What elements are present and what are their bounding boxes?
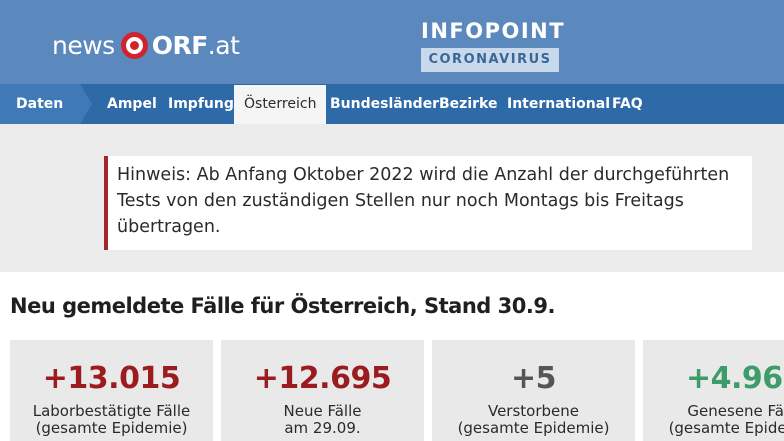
nav-item-bundeslaender[interactable]: Bundesländer (330, 84, 439, 124)
stat-value: +4.968 (685, 361, 784, 396)
nav-item-bezirke[interactable]: Bezirke (439, 84, 497, 124)
infopoint-badge[interactable]: INFOPOINT CORONAVIRUS (421, 18, 566, 72)
stat-label: Genesene Fälle (gesamte Epidemie) (668, 402, 784, 437)
stat-value: +12.695 (253, 361, 392, 396)
news-orf-logo[interactable]: news ORF.at (52, 28, 240, 62)
orf-eye-icon (120, 31, 148, 59)
stat-card-verstorbene: +5 Verstorbene (gesamte Epidemie) (432, 340, 635, 441)
stat-value: +13.015 (42, 361, 181, 396)
notice-text: Hinweis: Ab Anfang Oktober 2022 wird die… (117, 165, 730, 237)
nav-item-oesterreich[interactable]: Österreich (234, 85, 327, 124)
stat-value: +5 (510, 361, 557, 396)
logo-news-text: news (52, 30, 115, 60)
stat-label: Verstorbene (gesamte Epidemie) (457, 402, 610, 437)
stat-label: Laborbestätigte Fälle (gesamte Epidemie) (32, 402, 191, 437)
nav-item-international[interactable]: International (507, 84, 610, 124)
nav-item-faq[interactable]: FAQ (612, 84, 643, 124)
nav-item-ampel[interactable]: Ampel (107, 84, 157, 124)
logo-orf-text: ORF.at (151, 30, 240, 60)
nav-item-impfung[interactable]: Impfung (168, 84, 234, 124)
nav-section-daten[interactable]: Daten (0, 84, 92, 124)
stat-card-genesene-inner: +4.968 Genesene Fälle (gesamte Epidemie) (643, 360, 784, 437)
stats-title: Neu gemeldete Fälle für Österreich, Stan… (10, 294, 555, 318)
infopoint-subtitle: CORONAVIRUS (421, 48, 559, 72)
stat-card-genesene: +4.968 Genesene Fälle (gesamte Epidemie) (643, 340, 784, 441)
notice-box: Hinweis: Ab Anfang Oktober 2022 wird die… (104, 156, 752, 250)
main-nav: Daten Ampel Impfung Österreich Bundeslän… (0, 84, 784, 124)
site-header: news ORF.at INFOPOINT CORONAVIRUS (0, 0, 784, 84)
stat-label: Neue Fälle am 29.09. (283, 402, 362, 437)
stat-card-laborbestaetigt: +13.015 Laborbestätigte Fälle (gesamte E… (10, 340, 213, 441)
stat-card-neue-faelle: +12.695 Neue Fälle am 29.09. (221, 340, 424, 441)
infopoint-title: INFOPOINT (421, 19, 566, 43)
